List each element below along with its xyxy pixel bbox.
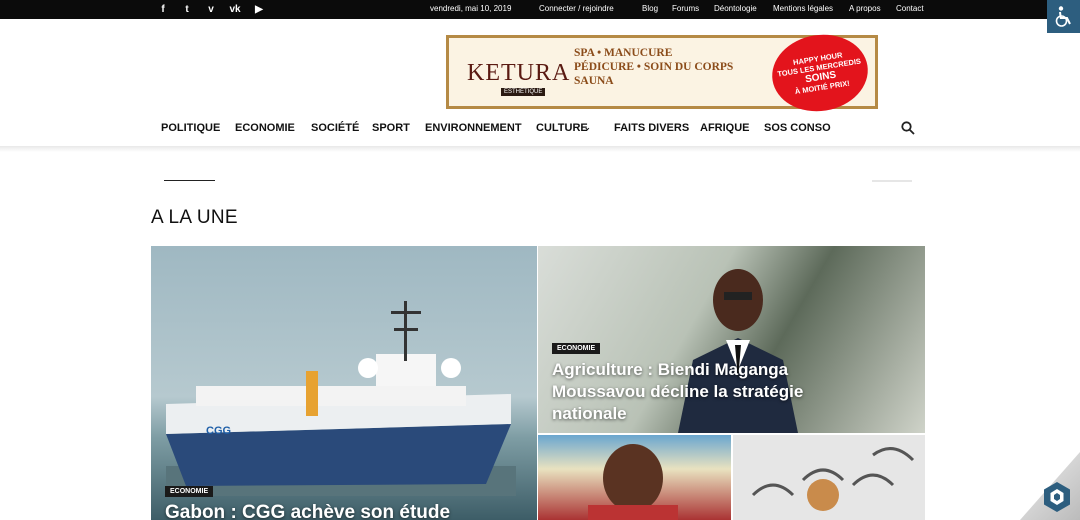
article-title[interactable]: Gabon : CGG achève son étude [165,502,525,520]
accessibility-button[interactable] [1047,0,1080,33]
hexagon-widget-icon[interactable] [1040,480,1074,514]
vk-icon[interactable]: vk [228,3,242,16]
section-title: A LA UNE [151,207,238,228]
nav-societe[interactable]: SOCIÉTÉ [311,122,359,134]
wheelchair-icon [1055,5,1071,27]
category-badge[interactable]: ECONOMIE [165,486,214,497]
contact-link[interactable]: Contact [896,4,924,13]
nav-economie[interactable]: ECONOMIE [235,122,295,134]
blog-link[interactable]: Blog [642,4,658,13]
category-badge[interactable]: ECONOMIE [552,343,601,354]
twitter-icon[interactable]: t [180,3,194,16]
featured-article[interactable]: CGG ECONOMIE Gabon : CGG achève son étud… [151,246,537,520]
login-link[interactable]: Connecter / rejoindre [539,4,614,13]
article-title[interactable]: Agriculture : Biendi Maganga Moussavou d… [552,359,822,425]
article-card[interactable]: ECONOMIE Agriculture : Biendi Maganga Mo… [538,246,925,433]
search-icon[interactable] [901,121,915,135]
a-propos-link[interactable]: A propos [849,4,881,13]
social-links: f t v vk ▶ [156,3,266,16]
vimeo-icon[interactable]: v [204,3,218,16]
svg-text:CGG: CGG [206,425,231,437]
top-bar: f t v vk ▶ vendredi, mai 10, 2019 Connec… [0,0,1080,19]
ketura-subtitle: ESTHÉTIQUE [501,88,546,96]
equipment-image [751,447,915,511]
person-image [588,444,678,520]
nav-afrique[interactable]: AFRIQUE [700,122,750,134]
nav-sos-conso[interactable]: SOS CONSO [764,122,831,134]
promo-badge: HAPPY HOUR TOUS LES MERCREDIS SOINS À MO… [766,27,874,119]
deontologie-link[interactable]: Déontologie [714,4,757,13]
mentions-legales-link[interactable]: Mentions légales [773,4,833,13]
nav-culture[interactable]: CULTURE [536,122,588,134]
chevron-down-icon: ⌄ [584,123,591,132]
advertisement-banner[interactable]: KETURA ESTHÉTIQUE SPA • MANUCURE PÉDICUR… [446,27,878,119]
nav-environnement[interactable]: ENVIRONNEMENT [425,122,522,134]
ticker-underline [164,180,215,181]
services-list: SPA • MANUCURE PÉDICURE • SOIN DU CORPS … [574,47,734,87]
ship-image: CGG [166,301,516,496]
nav-divider [0,146,1080,152]
ticker-arrows[interactable] [872,180,912,182]
facebook-icon[interactable]: f [156,3,170,16]
youtube-icon[interactable]: ▶ [252,3,266,16]
current-date: vendredi, mai 10, 2019 [430,4,512,13]
nav-faits-divers[interactable]: FAITS DIVERS [614,122,689,134]
forums-link[interactable]: Forums [672,4,699,13]
article-card[interactable] [538,435,731,520]
ketura-logo: KETURA [467,60,571,86]
article-card[interactable] [733,435,925,520]
nav-sport[interactable]: SPORT [372,122,410,134]
nav-politique[interactable]: POLITIQUE [161,122,220,134]
